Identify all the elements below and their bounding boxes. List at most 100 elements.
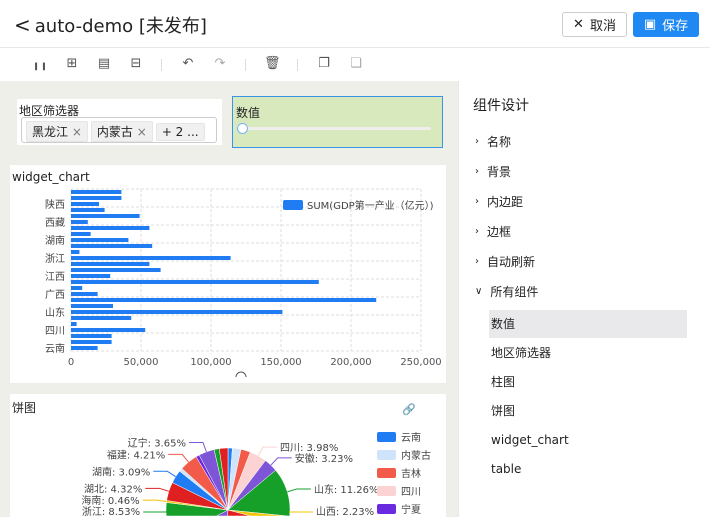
bar[interactable]	[71, 196, 122, 200]
bar[interactable]	[71, 304, 113, 308]
section-label: 边框	[487, 225, 512, 239]
chevron-right-icon: ›	[475, 166, 479, 177]
chevron-right-icon: ›	[475, 226, 479, 237]
component-item[interactable]: 柱图	[489, 368, 687, 396]
legend-label[interactable]: 四川	[401, 487, 421, 498]
remove-tag-icon[interactable]: ×	[72, 125, 82, 139]
bar[interactable]	[71, 250, 80, 254]
component-item[interactable]: 地区筛选器	[489, 339, 687, 367]
section-0[interactable]: › 名称	[475, 133, 511, 150]
component-design-panel: 组件设计 › 名称 › 背景 › 内边距 › 边框 › 自动刷新 ∨ 所有组件 数值地区筛选器柱图饼图…	[458, 81, 710, 517]
legend-swatch	[377, 450, 396, 460]
slider-handle[interactable]	[237, 123, 248, 134]
slider-widget[interactable]: 数值	[232, 96, 443, 148]
bar[interactable]	[71, 208, 105, 212]
scroll-handle[interactable]	[235, 371, 247, 378]
layout-icon[interactable]: ▤	[96, 56, 112, 72]
cancel-button[interactable]: ✕ 取消	[562, 12, 627, 37]
bar[interactable]	[71, 322, 77, 326]
legend-label[interactable]: 内蒙古	[401, 449, 431, 462]
bar[interactable]	[71, 292, 98, 296]
redo-icon[interactable]: ↷	[212, 56, 228, 72]
remove-tag-icon[interactable]: ×	[137, 125, 147, 139]
legend-swatch	[377, 486, 396, 496]
bar-chart-icon[interactable]: ╻╻	[32, 56, 48, 72]
bar[interactable]	[71, 214, 140, 218]
paste-icon[interactable]: ❏	[348, 56, 364, 72]
label-line	[270, 457, 292, 466]
bar[interactable]	[71, 190, 122, 194]
slice-label: 湖北: 4.32%	[84, 483, 142, 495]
bar[interactable]	[71, 238, 129, 242]
undo-icon[interactable]: ↶	[180, 56, 196, 72]
component-label: widget_chart	[491, 433, 569, 447]
y-tick-label: 广西	[45, 289, 65, 301]
bar[interactable]	[71, 244, 153, 248]
label-line	[153, 470, 176, 478]
bar[interactable]	[71, 220, 88, 224]
delete-icon[interactable]: 🗑	[264, 56, 281, 72]
legend-label[interactable]: 宁夏	[401, 503, 421, 516]
component-label: table	[491, 462, 522, 476]
legend-swatch	[283, 200, 303, 210]
component-label: 柱图	[491, 375, 516, 389]
legend-swatch	[377, 504, 396, 514]
bar[interactable]	[71, 262, 150, 266]
component-item[interactable]: table	[489, 455, 687, 483]
slice-label: 湖南: 3.09%	[92, 465, 150, 478]
component-label: 地区筛选器	[491, 346, 552, 360]
save-label: 保存	[662, 19, 689, 34]
bar[interactable]	[71, 280, 319, 284]
section-5[interactable]: ∨ 所有组件	[475, 283, 538, 300]
bar[interactable]	[71, 298, 377, 302]
bar-chart: 0 50,000 100,000 150,000 200,000 250,000 云南 四川 山…	[45, 188, 442, 378]
copy-icon[interactable]: ❐	[316, 56, 332, 72]
legend-swatch	[377, 432, 396, 442]
legend-label[interactable]: 吉林	[401, 467, 421, 480]
bar[interactable]	[71, 202, 99, 206]
section-1[interactable]: › 背景	[475, 163, 511, 180]
bar[interactable]	[71, 256, 231, 260]
bar[interactable]	[71, 274, 111, 278]
more-tags[interactable]: + 2 ...	[155, 123, 205, 141]
chevron-right-icon: ›	[475, 136, 479, 147]
label-line	[142, 499, 167, 503]
chevron-right-icon: ›	[475, 256, 479, 267]
legend-label[interactable]: 云南	[401, 431, 421, 444]
section-4[interactable]: › 自动刷新	[475, 253, 535, 270]
component-item[interactable]: 数值	[489, 310, 687, 338]
bar[interactable]	[71, 268, 161, 272]
x-tick-label: 150,000	[260, 357, 301, 368]
section-3[interactable]: › 边框	[475, 223, 511, 240]
bar[interactable]	[71, 232, 91, 236]
add-component-icon[interactable]: ⊞	[64, 56, 80, 72]
settings-sliders-icon[interactable]: ⊟	[128, 56, 144, 72]
filter-select[interactable]: 黑龙江 × 内蒙古 × + 2 ...	[21, 117, 217, 143]
component-item[interactable]: 饼图	[489, 397, 687, 425]
divider	[297, 59, 298, 71]
save-button[interactable]: ▣ 保存	[633, 12, 699, 37]
bar[interactable]	[71, 316, 132, 320]
slider-track[interactable]	[241, 127, 431, 130]
bar[interactable]	[71, 328, 146, 332]
panel-title: 组件设计	[473, 98, 529, 114]
slice-label: 山西: 2.23%	[316, 506, 374, 517]
bar[interactable]	[71, 286, 83, 290]
component-item[interactable]: widget_chart	[489, 426, 687, 454]
bar-chart-widget[interactable]: widget_chart 0 50,000 100,000 150,000 200,00…	[10, 165, 446, 383]
bar[interactable]	[71, 310, 283, 314]
bar[interactable]	[71, 334, 112, 338]
bar[interactable]	[71, 340, 112, 344]
y-tick-label: 浙江	[45, 253, 65, 265]
x-tick-label: 200,000	[330, 357, 371, 368]
slice-label: 山东: 11.26%	[314, 483, 379, 496]
back-icon[interactable]: <	[14, 13, 31, 37]
bar[interactable]	[71, 346, 98, 350]
region-filter-widget[interactable]: 地区筛选器 黑龙江 × 内蒙古 × + 2 ...	[17, 99, 222, 145]
pie-chart-widget[interactable]: 饼图 🔗 四川: 3.98% 安徽: 3.23% 山东: 11.26% 山西: 2.2…	[10, 394, 446, 517]
bar[interactable]	[71, 226, 150, 230]
tag-label: 内蒙古	[96, 125, 133, 139]
label-line	[287, 488, 311, 493]
section-2[interactable]: › 内边距	[475, 193, 523, 210]
label-line	[145, 487, 170, 492]
